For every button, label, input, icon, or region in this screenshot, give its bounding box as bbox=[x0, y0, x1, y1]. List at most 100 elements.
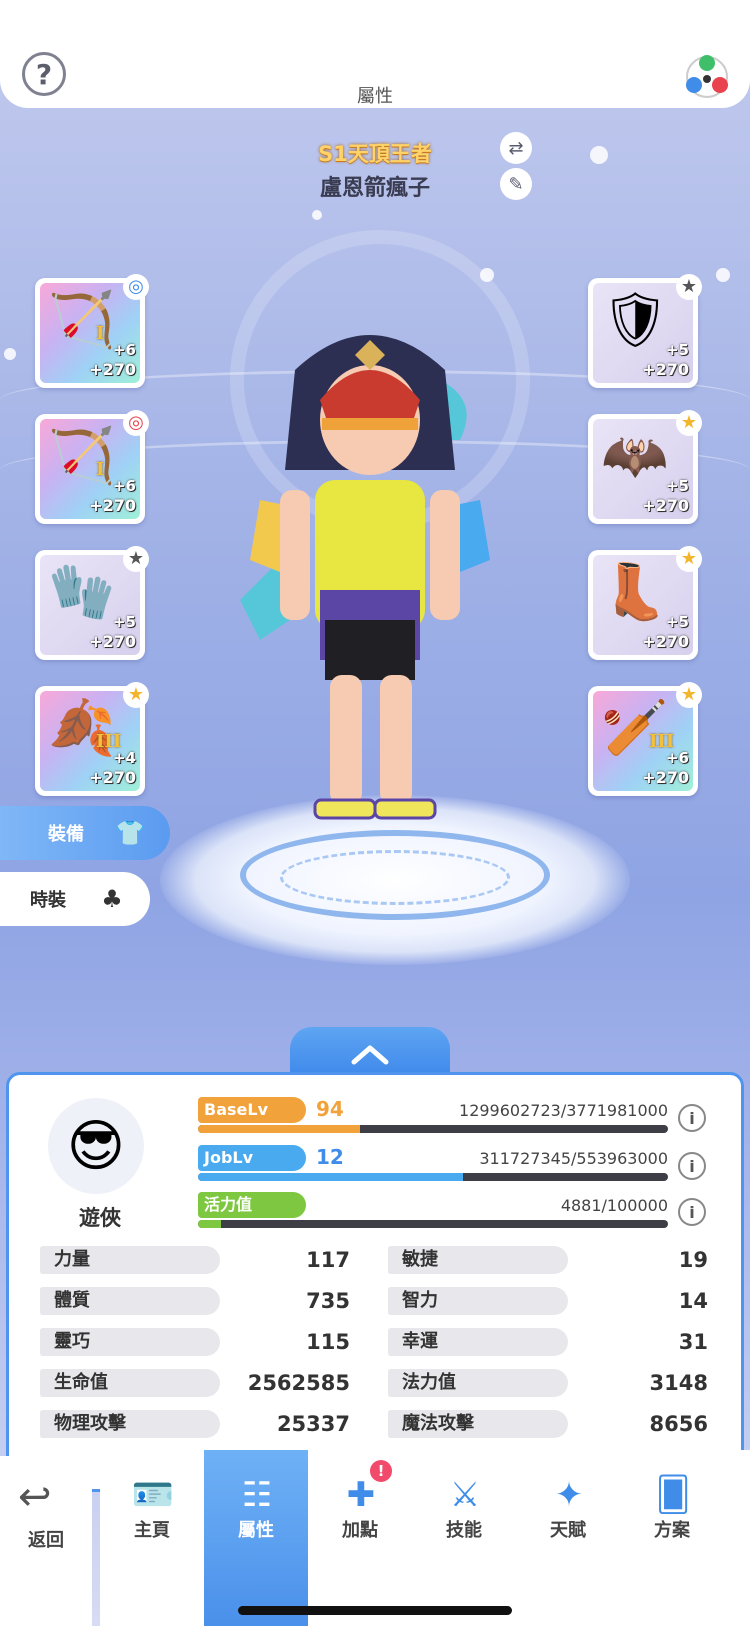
star-icon: ★ bbox=[676, 274, 702, 300]
tab-costume-label: 時裝 bbox=[30, 890, 66, 911]
base-level-value: 94 bbox=[316, 1097, 344, 1121]
enhance-level: +5 bbox=[665, 477, 689, 495]
character-model[interactable] bbox=[220, 320, 520, 850]
swap-icon: ⇄ bbox=[508, 137, 524, 159]
avatar: 😎 bbox=[48, 1098, 144, 1194]
sparkle bbox=[312, 210, 322, 220]
nav-attributes[interactable]: ☷ 屬性 bbox=[204, 1450, 308, 1626]
player-name: 盧恩箭瘋子 bbox=[319, 176, 430, 201]
stat-sp: 法力值 3148 bbox=[388, 1369, 708, 1399]
nav-plan[interactable]: 🂠 方案 bbox=[620, 1450, 724, 1626]
refine-level: +270 bbox=[642, 768, 689, 787]
stat-value: 31 bbox=[678, 1330, 708, 1354]
back-label: 返回 bbox=[28, 1530, 64, 1551]
info-icon: i bbox=[689, 1156, 695, 1176]
sparkle bbox=[590, 146, 608, 164]
refine-level: +270 bbox=[89, 632, 136, 651]
base-exp-bar bbox=[198, 1125, 668, 1133]
notification-badge: ! bbox=[370, 1460, 392, 1482]
vitality-info-button[interactable]: i bbox=[678, 1198, 706, 1226]
gauntlet-icon: 🧤 bbox=[48, 560, 116, 623]
costume-tab-icon: ♣ bbox=[101, 885, 123, 913]
switch-title-button[interactable]: ⇄ bbox=[500, 132, 532, 164]
equip-slot-right-4[interactable]: 🏏 III +6 +270 ★ bbox=[588, 682, 702, 796]
stat-value: 14 bbox=[678, 1289, 708, 1313]
equip-slot-right-2[interactable]: 🦇 +5 +270 ★ bbox=[588, 410, 702, 524]
equip-slot-left-2[interactable]: 🏹 I +6 +270 ◎ bbox=[35, 410, 149, 524]
vitality-bar bbox=[198, 1220, 668, 1228]
back-arrow-icon: ↩ bbox=[18, 1474, 52, 1520]
rank-label: I bbox=[96, 459, 105, 480]
stat-int: 智力 14 bbox=[388, 1287, 708, 1317]
refine-level: +270 bbox=[642, 632, 689, 651]
tab-costume[interactable]: 時裝 ♣ bbox=[0, 872, 150, 926]
star-icon: ★ bbox=[123, 546, 149, 572]
job-exp-bar bbox=[198, 1173, 668, 1181]
base-level-tag: BaseLv bbox=[198, 1097, 306, 1123]
top-bar: ? 屬性 bbox=[0, 0, 750, 108]
id-card-icon: 🪪 bbox=[131, 1475, 175, 1515]
stat-label: 物理攻擊 bbox=[40, 1410, 220, 1438]
element-wheel-button[interactable] bbox=[682, 52, 732, 102]
edit-name-button[interactable]: ✎ bbox=[500, 168, 532, 200]
equip-slot-left-1[interactable]: 🏹 I +6 +270 ◎ bbox=[35, 274, 149, 388]
enhance-level: +6 bbox=[665, 749, 689, 767]
vitality-tag: 活力值 bbox=[198, 1192, 306, 1218]
vitality-value: 4881/100000 bbox=[560, 1196, 668, 1215]
info-icon: i bbox=[689, 1202, 695, 1222]
equip-slot-right-3[interactable]: 👢 +5 +270 ★ bbox=[588, 546, 702, 660]
stat-label: 敏捷 bbox=[388, 1246, 568, 1274]
job-exp-fill bbox=[198, 1173, 463, 1181]
tab-equipment[interactable]: 裝備 👕 bbox=[0, 806, 170, 860]
nav-skills[interactable]: ⚔ 技能 bbox=[412, 1450, 516, 1626]
stat-label: 生命值 bbox=[40, 1369, 220, 1397]
back-button[interactable]: ↩ 返回 bbox=[0, 1456, 92, 1626]
nav-home-label: 主頁 bbox=[134, 1520, 170, 1541]
nav-talent[interactable]: ✦ 天賦 bbox=[516, 1450, 620, 1626]
sparkle bbox=[716, 268, 730, 282]
job-level-tag: JobLv bbox=[198, 1145, 306, 1171]
cloak-icon: 🦇 bbox=[601, 424, 669, 487]
stat-value: 25337 bbox=[276, 1412, 350, 1436]
stat-value: 19 bbox=[678, 1248, 708, 1272]
base-level-info-button[interactable]: i bbox=[678, 1104, 706, 1132]
rank-label: I bbox=[96, 323, 105, 344]
enhance-level: +5 bbox=[665, 613, 689, 631]
stat-agi: 敏捷 19 bbox=[388, 1246, 708, 1276]
page-title: 屬性 bbox=[357, 86, 393, 107]
stat-label: 幸運 bbox=[388, 1328, 568, 1356]
job-name: 遊俠 bbox=[79, 1206, 121, 1230]
bow-icon: 🏹 bbox=[48, 288, 116, 351]
attributes-icon: ☷ bbox=[241, 1475, 273, 1515]
stat-value: 8656 bbox=[649, 1412, 708, 1436]
armor-tab-icon: 👕 bbox=[115, 819, 145, 847]
nav-home[interactable]: 🪪 主頁 bbox=[100, 1450, 204, 1626]
equip-slot-left-3[interactable]: 🧤 +5 +270 ★ bbox=[35, 546, 149, 660]
job-level-value: 12 bbox=[316, 1145, 344, 1169]
stat-value: 117 bbox=[306, 1248, 350, 1272]
title-badge: S1天頂王者 bbox=[318, 142, 432, 166]
nav-add-points[interactable]: ✚ ! 加點 bbox=[308, 1450, 412, 1626]
nav-plan-label: 方案 bbox=[654, 1520, 690, 1541]
gold-star-icon: ★ bbox=[123, 682, 149, 708]
job-level-info-button[interactable]: i bbox=[678, 1152, 706, 1180]
stat-value: 2562585 bbox=[247, 1371, 350, 1395]
equip-slot-right-1[interactable]: 🛡 +5 +270 ★ bbox=[588, 274, 702, 388]
stat-label: 力量 bbox=[40, 1246, 220, 1274]
enhance-level: +4 bbox=[112, 749, 136, 767]
sparkle bbox=[4, 348, 16, 360]
info-icon: i bbox=[689, 1108, 695, 1128]
nav-talent-label: 天賦 bbox=[550, 1520, 586, 1541]
stat-hp: 生命值 2562585 bbox=[40, 1369, 350, 1399]
job-level-row: JobLv 12 311727345/553963000 bbox=[198, 1145, 668, 1185]
stat-atk: 物理攻擊 25337 bbox=[40, 1410, 350, 1440]
gold-star-icon: ★ bbox=[676, 546, 702, 572]
tab-equipment-label: 裝備 bbox=[48, 824, 84, 845]
stat-label: 魔法攻擊 bbox=[388, 1410, 568, 1438]
base-exp-value: 1299602723/3771981000 bbox=[459, 1101, 668, 1120]
stat-value: 3148 bbox=[649, 1371, 708, 1395]
equip-slot-left-4[interactable]: 🍂 III +4 +270 ★ bbox=[35, 682, 149, 796]
stat-matk: 魔法攻擊 8656 bbox=[388, 1410, 708, 1440]
vitality-row: 活力值 4881/100000 bbox=[198, 1192, 668, 1232]
pencil-icon: ✎ bbox=[508, 173, 524, 195]
